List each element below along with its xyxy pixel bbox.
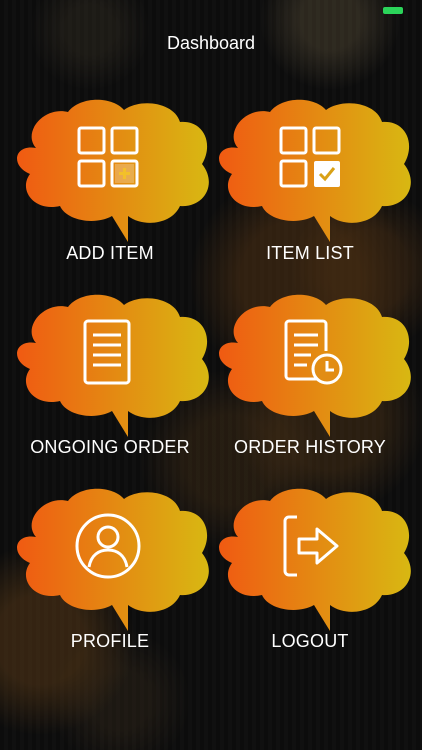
page-title: Dashboard xyxy=(166,33,256,53)
logout-label[interactable]: LOGOUT xyxy=(205,631,415,652)
add-item-tile[interactable] xyxy=(8,92,218,242)
order-history-label[interactable]: ORDER HISTORY xyxy=(205,437,415,458)
document-icon xyxy=(83,319,131,385)
add-grid-icon xyxy=(77,126,139,188)
document-clock-icon xyxy=(284,319,343,385)
ongoing-order-tile[interactable] xyxy=(8,287,218,437)
item-list-label[interactable]: ITEM LIST xyxy=(205,243,415,264)
item-list-tile[interactable] xyxy=(210,92,420,242)
profile-tile[interactable] xyxy=(8,481,218,631)
battery-icon xyxy=(383,7,403,14)
logout-tile[interactable] xyxy=(210,481,420,631)
order-history-tile[interactable] xyxy=(210,287,420,437)
logout-icon xyxy=(283,515,339,577)
add-item-label[interactable]: ADD ITEM xyxy=(5,243,215,264)
ongoing-order-label[interactable]: ONGOING ORDER xyxy=(5,437,215,458)
profile-label[interactable]: PROFILE xyxy=(5,631,215,652)
check-grid-icon xyxy=(279,126,341,188)
user-icon xyxy=(75,513,141,579)
